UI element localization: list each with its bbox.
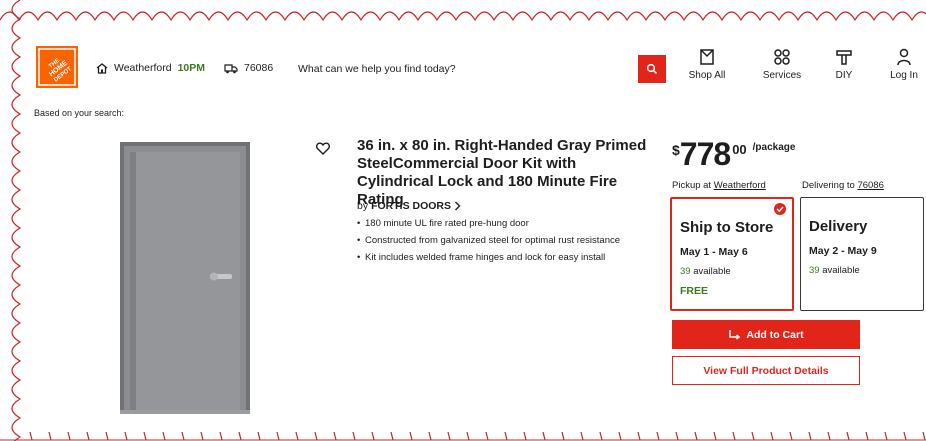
pickup-prefix: Pickup at xyxy=(672,180,712,191)
delivery-label: Delivering to 76086 xyxy=(802,180,884,191)
price-currency: $ xyxy=(672,142,680,158)
nav-shop-all[interactable]: Shop All xyxy=(679,48,735,81)
price: $ 778 00 /package xyxy=(672,138,795,170)
scalloped-top-border xyxy=(0,11,926,22)
scalloped-left-border xyxy=(11,0,22,441)
product-image-door[interactable] xyxy=(120,142,250,414)
ship-to-store-avail-text: available xyxy=(693,266,731,277)
product-highlights: 180 minute UL fire rated pre-hung door C… xyxy=(357,217,662,268)
nav-log-in-label: Log In xyxy=(890,70,918,81)
scalloped-bottom-border xyxy=(0,431,926,441)
site-header: THE HOME DEPOT Weatherford 10PM 76086 Wh… xyxy=(28,30,926,108)
brand-line: by FORTIS DOORS xyxy=(357,200,461,212)
based-on-search-label: Based on your search: xyxy=(34,108,125,118)
diy-icon xyxy=(836,50,852,65)
highlight-item: Kit includes welded frame hinges and loc… xyxy=(357,251,662,265)
search-button[interactable] xyxy=(638,55,666,83)
highlight-item: 180 minute UL fire rated pre-hung door xyxy=(357,217,662,231)
delivery-count: 39 xyxy=(809,265,820,276)
selected-check-icon xyxy=(774,203,786,215)
favorite-heart-icon[interactable] xyxy=(316,142,330,155)
ship-to-store-count: 39 xyxy=(680,266,691,277)
home-depot-logo[interactable]: THE HOME DEPOT xyxy=(36,46,78,88)
add-to-cart-label: Add to Cart xyxy=(746,328,804,341)
pickup-store-link[interactable]: Weatherford xyxy=(714,180,766,191)
delivery-dates: May 2 - May 9 xyxy=(809,245,877,257)
ship-to-store-option[interactable]: Ship to Store May 1 - May 6 39 available… xyxy=(670,197,794,311)
zip-code: 76086 xyxy=(244,62,274,74)
store-name: Weatherford xyxy=(114,62,172,74)
product-title: 36 in. x 80 in. Right-Handed Gray Primed… xyxy=(357,137,647,208)
search-input[interactable] xyxy=(290,52,638,86)
price-dollars: 778 xyxy=(679,136,731,172)
chevron-right-icon xyxy=(455,201,461,211)
store-hours: 10PM xyxy=(177,62,206,74)
add-to-cart-button[interactable]: Add to Cart xyxy=(672,320,860,349)
delivery-prefix: Delivering to xyxy=(802,180,855,191)
delivery-avail-text: available xyxy=(822,265,860,276)
ship-to-store-free: FREE xyxy=(680,285,709,297)
delivery-option[interactable]: Delivery May 2 - May 9 39 available xyxy=(800,197,924,311)
brand-prefix: by xyxy=(357,200,369,212)
catalog-icon xyxy=(700,49,714,65)
delivery-zip-selector[interactable]: 76086 xyxy=(224,62,273,74)
price-cents: 00 xyxy=(732,142,747,157)
delivery-title: Delivery xyxy=(809,218,868,235)
ship-to-store-dates: May 1 - May 6 xyxy=(680,246,748,258)
delivery-zip-link[interactable]: 76086 xyxy=(857,180,883,191)
search-icon xyxy=(646,63,658,75)
highlight-item: Constructed from galvanized steel for op… xyxy=(357,234,662,248)
ship-to-store-title: Ship to Store xyxy=(680,219,774,236)
user-icon xyxy=(897,48,911,66)
brand-link[interactable]: FORTIS DOORS xyxy=(371,200,451,212)
services-icon xyxy=(774,49,790,65)
ship-to-store-availability: 39 available xyxy=(680,266,792,277)
nav-diy[interactable]: DIY xyxy=(816,48,872,81)
pickup-label: Pickup at Weatherford xyxy=(672,180,766,191)
truck-icon xyxy=(224,63,238,73)
search-bar xyxy=(290,52,666,86)
nav-services-label: Services xyxy=(762,70,802,81)
store-icon xyxy=(96,62,108,74)
nav-log-in[interactable]: Log In xyxy=(876,48,926,81)
cart-icon xyxy=(729,330,741,340)
delivery-availability: 39 available xyxy=(809,265,923,276)
logo-mark: THE HOME DEPOT xyxy=(36,46,78,88)
nav-diy-label: DIY xyxy=(835,70,853,81)
nav-shop-all-label: Shop All xyxy=(688,70,726,81)
nav-services[interactable]: Services xyxy=(754,48,810,81)
store-selector[interactable]: Weatherford 10PM xyxy=(96,62,205,74)
view-full-product-details-button[interactable]: View Full Product Details xyxy=(672,356,860,385)
price-unit: /package xyxy=(752,142,796,153)
